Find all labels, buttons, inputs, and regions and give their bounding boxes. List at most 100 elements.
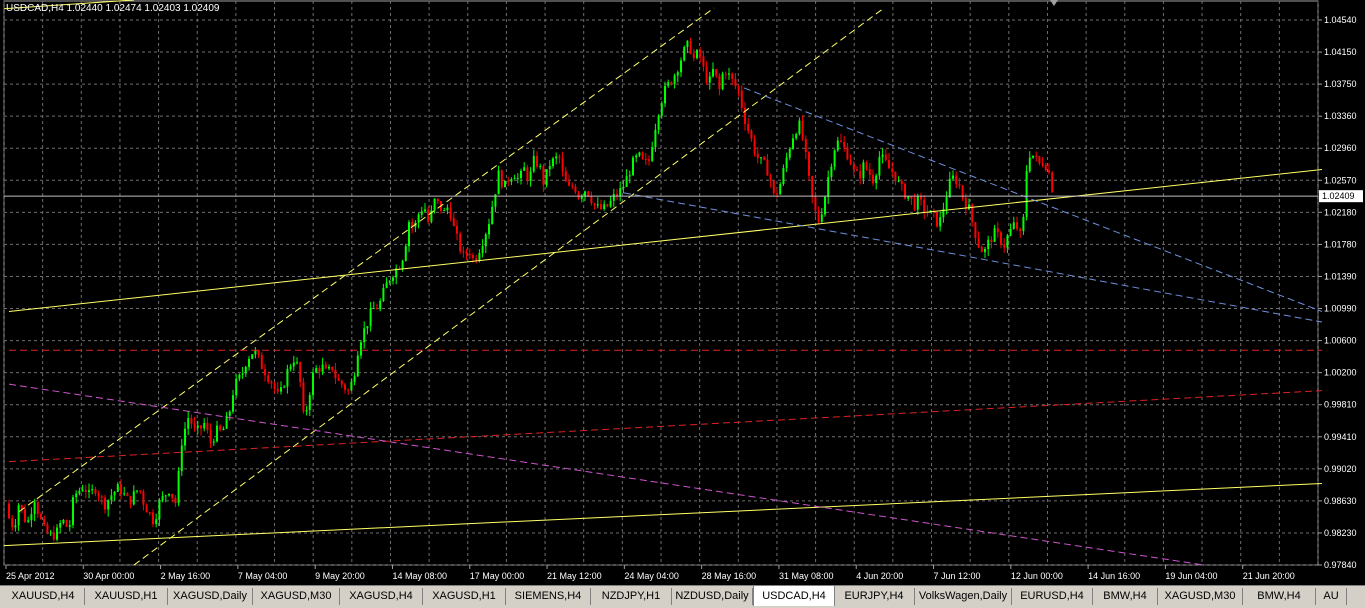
tab-xagusd-h1[interactable]: XAGUSD,H1 xyxy=(423,588,506,605)
bear-candle xyxy=(872,174,874,184)
bull-candle xyxy=(552,158,554,167)
tab-bmw-h4[interactable]: BMW,H4 xyxy=(1093,588,1158,605)
bull-candle xyxy=(158,500,161,520)
tab-au[interactable]: AU xyxy=(1316,588,1347,605)
price-chart[interactable]: 1.04540 1.04150 1.03750 1.03360 1.02960 1.025… xyxy=(0,0,1365,585)
bear-candle xyxy=(84,490,87,492)
bear-candle xyxy=(104,497,106,510)
bear-candle xyxy=(145,504,148,513)
tab-eurjpy-h4[interactable]: EURJPY,H4 xyxy=(834,588,915,605)
bull-candle xyxy=(379,300,382,310)
tab-usdcad-h4[interactable]: USDCAD,H4 xyxy=(753,586,835,606)
bear-candle xyxy=(507,180,510,182)
bull-candle xyxy=(667,82,670,86)
bull-candle xyxy=(676,72,679,76)
bear-candle xyxy=(955,175,958,185)
bear-candle xyxy=(171,493,174,498)
bear-candle xyxy=(459,233,462,252)
chart-tab-bar: XAUUSD,H4 XAUUSD,H1 XAGUSD,Daily XAGUSD,M30… xyxy=(0,585,1365,608)
bear-candle xyxy=(980,246,983,253)
bear-candle xyxy=(718,75,721,90)
y-tick-label: 1.00600 xyxy=(1324,336,1357,346)
y-tick-label: 0.99810 xyxy=(1324,400,1357,410)
tab-xauusd-h4[interactable]: XAUUSD,H4 xyxy=(2,588,85,605)
chart-area[interactable]: 1.04540 1.04150 1.03750 1.03360 1.02960 1.025… xyxy=(0,0,1365,585)
y-tick-label: 0.98630 xyxy=(1324,496,1357,506)
bear-candle xyxy=(702,56,705,67)
bear-candle xyxy=(737,86,740,91)
bear-candle xyxy=(606,204,609,207)
bull-candle xyxy=(78,490,81,494)
bull-candle xyxy=(968,204,970,210)
bull-candle xyxy=(728,73,730,75)
bull-candle xyxy=(862,162,865,179)
bear-candle xyxy=(334,369,337,379)
bull-candle xyxy=(584,191,586,197)
bull-candle xyxy=(984,248,986,253)
tab-eurusd-h4[interactable]: EURUSD,H4 xyxy=(1012,588,1093,605)
bear-candle xyxy=(1048,170,1050,173)
bull-candle xyxy=(235,378,238,396)
bear-candle xyxy=(1044,165,1047,171)
bull-candle xyxy=(673,75,676,85)
bear-candle xyxy=(209,429,212,443)
tab-nzdjpy-h1[interactable]: NZDJPY,H1 xyxy=(591,588,672,605)
bear-candle xyxy=(276,388,279,392)
bull-candle xyxy=(443,210,446,212)
x-tick-label: 9 May 20:00 xyxy=(315,571,365,581)
bull-candle xyxy=(177,471,180,504)
tab-xagusd-m30[interactable]: XAGUSD,M30 xyxy=(253,588,340,605)
bull-candle xyxy=(916,196,919,210)
bull-candle xyxy=(49,532,52,534)
bull-candle xyxy=(248,358,250,367)
bear-candle xyxy=(856,169,858,171)
bull-candle xyxy=(820,214,823,222)
tab-xauusd-h1[interactable]: XAUUSD,H1 xyxy=(85,588,168,605)
bull-candle xyxy=(686,40,689,48)
bear-candle xyxy=(859,170,862,179)
bull-candle xyxy=(798,120,801,135)
bull-candle xyxy=(113,491,116,496)
bear-candle xyxy=(340,380,343,385)
bear-candle xyxy=(193,423,196,428)
bear-candle xyxy=(465,251,468,255)
bull-candle xyxy=(660,103,663,116)
bear-candle xyxy=(1019,228,1022,232)
tab-xagusd-m30[interactable]: XAGUSD,M30 xyxy=(1158,588,1243,605)
bear-candle xyxy=(564,171,567,182)
bear-candle xyxy=(376,308,378,310)
bull-candle xyxy=(33,502,36,515)
tab-volkswagen-daily[interactable]: VolksWagen,Daily xyxy=(915,588,1012,605)
bull-candle xyxy=(609,200,612,207)
bear-candle xyxy=(724,73,727,75)
tab-xagusd-daily[interactable]: XAGUSD,Daily xyxy=(168,588,253,605)
bull-candle xyxy=(203,422,206,429)
tab-xagusd-h4[interactable]: XAGUSD,H4 xyxy=(340,588,423,605)
bull-candle xyxy=(792,138,794,149)
bear-candle xyxy=(843,141,846,148)
x-tick-label: 7 May 04:00 xyxy=(238,571,288,581)
bear-candle xyxy=(568,181,570,186)
bull-candle xyxy=(280,387,282,392)
bull-candle xyxy=(481,246,484,254)
bear-candle xyxy=(126,493,129,496)
chart-shift-marker[interactable] xyxy=(1050,0,1058,6)
bull-candle xyxy=(232,395,234,412)
y-tick-label: 1.02180 xyxy=(1324,207,1357,217)
bull-candle xyxy=(712,68,714,77)
tab-siemens-h4[interactable]: SIEMENS,H4 xyxy=(506,588,591,605)
bear-candle xyxy=(337,378,340,381)
x-tick-label: 24 May 04:00 xyxy=(624,571,679,581)
bull-candle xyxy=(424,209,426,212)
bear-candle xyxy=(974,222,977,239)
bull-candle xyxy=(216,425,218,442)
y-tick-label: 0.99410 xyxy=(1324,432,1357,442)
bear-candle xyxy=(462,251,465,253)
bear-candle xyxy=(120,484,122,495)
bull-candle xyxy=(321,364,324,372)
tab-bmw-h4[interactable]: BMW,H4 xyxy=(1243,588,1316,605)
bull-candle xyxy=(212,441,215,443)
bull-candle xyxy=(779,184,782,195)
tab-nzdusd-daily[interactable]: NZDUSD,Daily xyxy=(672,588,753,605)
x-tick-label: 2 May 16:00 xyxy=(161,571,211,581)
